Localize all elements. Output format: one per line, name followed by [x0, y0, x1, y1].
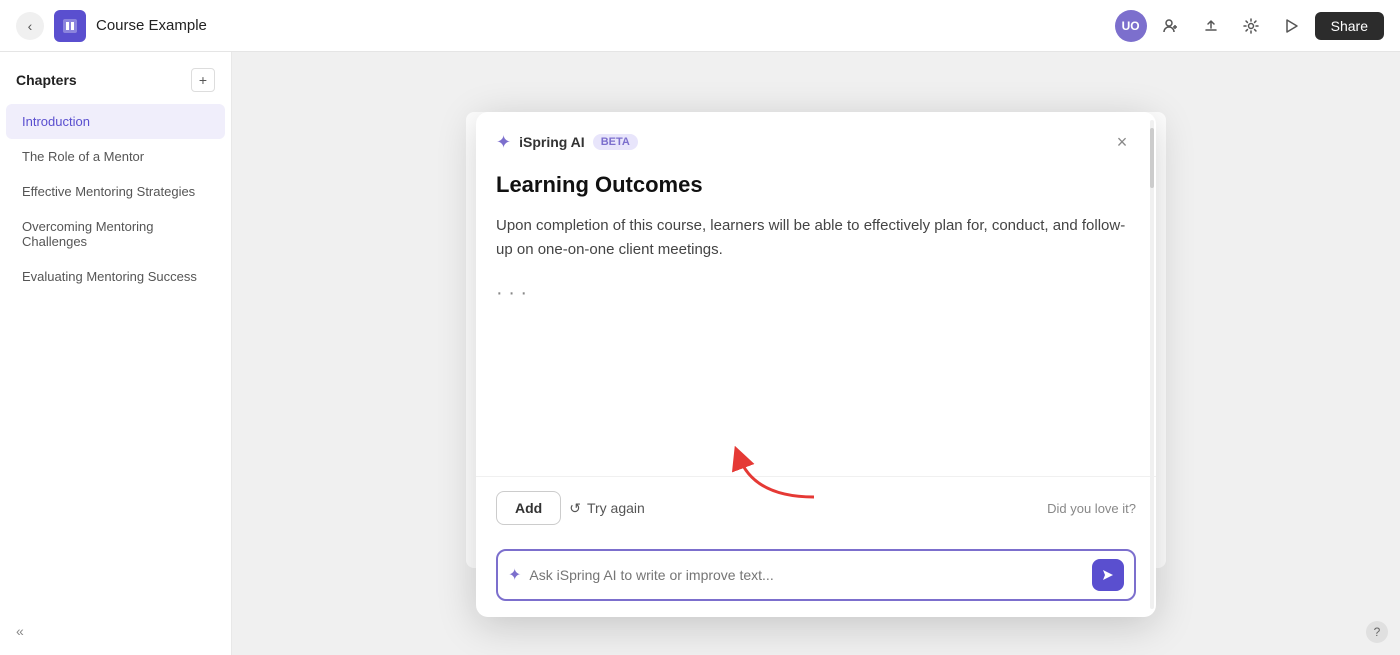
content-area: Setting clear objectives for the meeting…: [232, 52, 1400, 655]
refresh-icon: ↺: [569, 500, 581, 517]
play-icon: [1283, 18, 1299, 34]
sidebar-item-label: The Role of a Mentor: [22, 149, 144, 164]
modal-title: Learning Outcomes: [496, 172, 1136, 198]
app-title: Course Example: [96, 17, 207, 34]
sidebar-item-overcoming-challenges[interactable]: Overcoming Mentoring Challenges: [6, 209, 225, 259]
modal-overlay: ✦ iSpring AI BETA × Learning Outcomes Up…: [232, 52, 1400, 655]
modal-actions: Add ↺ Try again Did you love it?: [476, 476, 1156, 539]
sidebar-item-label: Overcoming Mentoring Challenges: [22, 219, 154, 249]
modal-close-button[interactable]: ×: [1108, 128, 1136, 156]
avatar: UO: [1115, 10, 1147, 42]
try-again-label: Try again: [587, 500, 645, 516]
sidebar-item-label: Effective Mentoring Strategies: [22, 184, 195, 199]
ai-sparkle-icon: ✦: [508, 565, 521, 585]
upload-icon: [1203, 18, 1219, 34]
sidebar-item-role-of-mentor[interactable]: The Role of a Mentor: [6, 139, 225, 174]
modal-body-text: Upon completion of this course, learners…: [496, 214, 1136, 262]
modal-ellipsis: · · ·: [496, 262, 1136, 313]
play-button[interactable]: [1275, 10, 1307, 42]
sidebar-item-label: Evaluating Mentoring Success: [22, 269, 197, 284]
sidebar-collapse-button[interactable]: «: [16, 623, 24, 639]
help-button[interactable]: ?: [1366, 621, 1388, 643]
modal-header: ✦ iSpring AI BETA ×: [476, 112, 1156, 156]
settings-icon: [1243, 18, 1259, 34]
sidebar-item-effective-strategies[interactable]: Effective Mentoring Strategies: [6, 174, 225, 209]
love-it-text: Did you love it?: [1047, 501, 1136, 516]
scrollbar-thumb: [1150, 128, 1154, 188]
beta-badge: BETA: [593, 134, 638, 150]
add-user-button[interactable]: [1155, 10, 1187, 42]
brand-name: iSpring AI: [519, 134, 585, 150]
modal-input-area: ✦: [476, 539, 1156, 617]
add-user-icon: [1163, 18, 1179, 34]
modal-body: Learning Outcomes Upon completion of thi…: [476, 156, 1156, 476]
modal-brand: ✦ iSpring AI BETA: [496, 132, 638, 153]
app-logo: [54, 10, 86, 42]
ai-send-button[interactable]: [1092, 559, 1124, 591]
right-scrollbar[interactable]: [1388, 52, 1400, 655]
share-button[interactable]: Share: [1315, 12, 1384, 40]
ispring-sparkle-icon: ✦: [496, 132, 511, 153]
sidebar: Chapters + Introduction The Role of a Me…: [0, 52, 232, 655]
send-icon: [1101, 568, 1115, 582]
modal-scrollbar[interactable]: [1148, 112, 1156, 617]
try-again-button[interactable]: ↺ Try again: [569, 500, 645, 517]
ai-text-input[interactable]: [529, 567, 1084, 583]
ai-input-wrapper: ✦: [496, 549, 1136, 601]
app-header: ‹ Course Example UO Share: [0, 0, 1400, 52]
scrollbar-track: [1150, 120, 1154, 609]
header-right: UO Share: [1115, 10, 1384, 42]
sidebar-item-label: Introduction: [22, 114, 90, 129]
settings-button[interactable]: [1235, 10, 1267, 42]
sidebar-header: Chapters +: [0, 68, 231, 104]
upload-button[interactable]: [1195, 10, 1227, 42]
add-chapter-button[interactable]: +: [191, 68, 215, 92]
header-left: ‹ Course Example: [16, 10, 207, 42]
sidebar-title: Chapters: [16, 72, 77, 88]
add-button[interactable]: Add: [496, 491, 561, 525]
sidebar-item-evaluating-success[interactable]: Evaluating Mentoring Success: [6, 259, 225, 294]
main-layout: Chapters + Introduction The Role of a Me…: [0, 52, 1400, 655]
logo-icon: [61, 17, 79, 35]
sidebar-item-introduction[interactable]: Introduction: [6, 104, 225, 139]
back-button[interactable]: ‹: [16, 12, 44, 40]
ai-modal: ✦ iSpring AI BETA × Learning Outcomes Up…: [476, 112, 1156, 617]
